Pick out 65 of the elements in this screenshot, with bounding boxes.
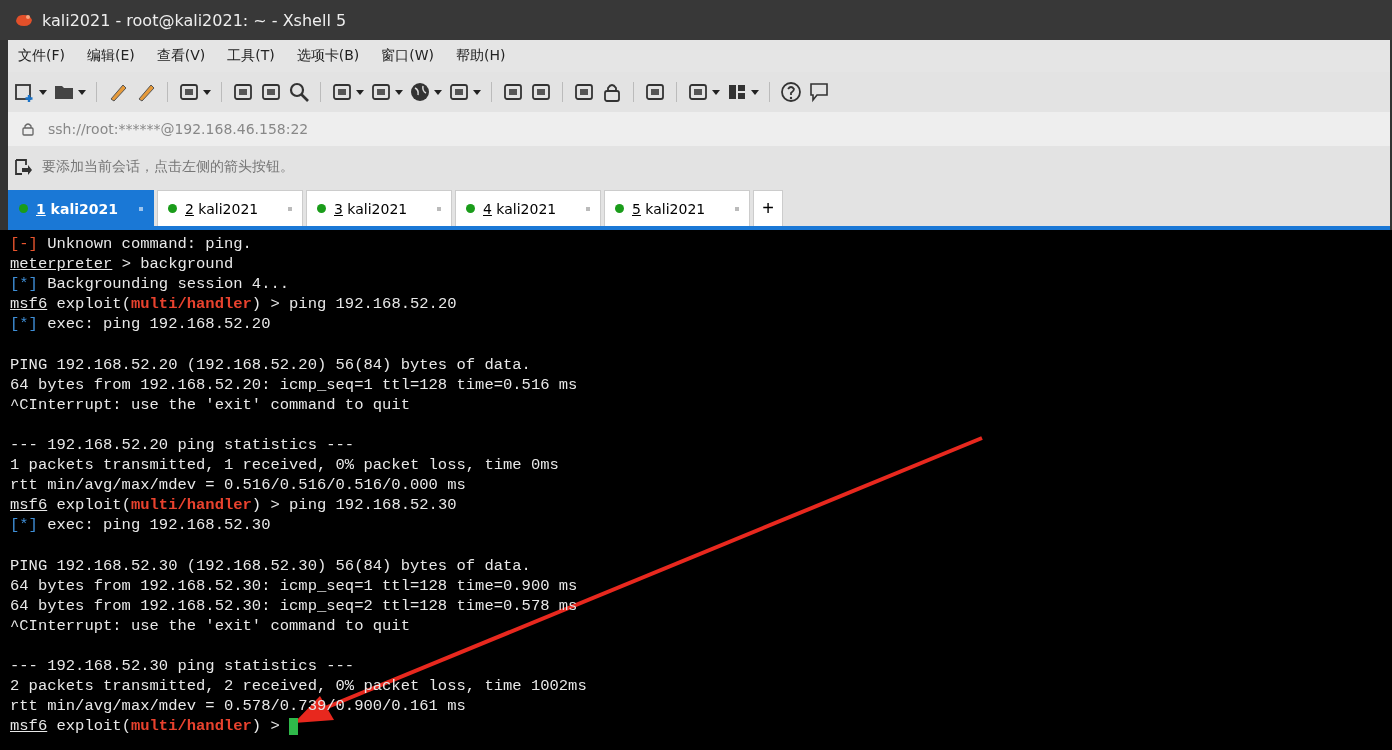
terminal-text: [*] (10, 314, 38, 335)
lock-icon (22, 122, 34, 136)
caret-icon[interactable] (78, 89, 86, 95)
new-tab-button[interactable]: + (753, 190, 783, 226)
terminal-text: Backgrounding session 4... (46, 274, 290, 295)
menu-item[interactable]: 窗口(W) (381, 47, 435, 65)
chat-icon[interactable] (808, 81, 830, 103)
caret-icon[interactable] (712, 89, 720, 95)
caret-icon[interactable] (395, 89, 403, 95)
help-icon[interactable] (780, 81, 802, 103)
caret-icon[interactable] (751, 89, 759, 95)
app-logo-icon (14, 12, 34, 28)
terminal-text: Unknown command: ping. (46, 234, 252, 255)
session-tab[interactable]: 3 kali2021 (306, 190, 452, 226)
terminal-text: exploit( (55, 495, 131, 516)
terminal-text: msf6 (10, 495, 48, 516)
session-tab[interactable]: 4 kali2021 (455, 190, 601, 226)
terminal-text: multi/handler (130, 294, 252, 315)
caret-icon[interactable] (356, 89, 364, 95)
terminal-text: rtt min/avg/max/mdev = 0.516/0.516/0.516/0.000 ms (10, 475, 466, 496)
window-title: kali2021 - root@kali2021: ~ - Xshell 5 (42, 10, 347, 30)
menu-item[interactable]: 文件(F) (18, 47, 65, 65)
terminal-text: [-] (10, 234, 38, 255)
terminal-text: 64 bytes from 192.168.52.30: icmp_seq=1 ttl=128 time=0.900 ms (10, 575, 578, 596)
terminal-text: exec: ping 192.168.52.30 (46, 515, 271, 536)
menu-item[interactable]: 编辑(E) (87, 47, 135, 65)
terminal-text: ) > ping 192.168.52.30 (251, 495, 457, 516)
terminal-text: 64 bytes from 192.168.52.20: icmp_seq=1 ttl=128 time=0.516 ms (10, 374, 578, 395)
caret-icon[interactable] (203, 89, 211, 95)
terminal-text: ) > (251, 716, 281, 737)
session-tab[interactable]: 1 kali2021 (8, 190, 154, 226)
terminal-text: exploit( (55, 294, 131, 315)
menu-item[interactable]: 帮助(H) (456, 47, 506, 65)
new-session-icon[interactable] (14, 81, 36, 103)
globe-icon[interactable] (409, 81, 431, 103)
terminal-text: multi/handler (130, 716, 252, 737)
session-tab[interactable]: 5 kali2021 (604, 190, 750, 226)
caret-icon[interactable] (39, 89, 47, 95)
terminal-text: multi/handler (130, 495, 252, 516)
menu-item[interactable]: 选项卡(B) (296, 47, 360, 65)
terminal-text: ^CInterrupt: use the 'exit' command to quit (10, 615, 410, 636)
add-session-arrow-icon[interactable] (14, 158, 32, 176)
lock-icon[interactable] (601, 81, 623, 103)
terminal-text: --- 192.168.52.30 ping statistics --- (10, 656, 355, 676)
terminal-text: msf6 (10, 716, 48, 737)
terminal-text: ) > ping 192.168.52.20 (251, 294, 457, 315)
session-tab[interactable]: 2 kali2021 (157, 190, 303, 226)
terminal-text: [*] (10, 515, 38, 536)
search-icon[interactable] (288, 81, 310, 103)
terminal-text: exec: ping 192.168.52.20 (46, 314, 271, 335)
caret-icon[interactable] (473, 89, 481, 95)
terminal-text: PING 192.168.52.30 (192.168.52.30) 56(84) bytes of data. (10, 555, 531, 576)
terminal-text: 1 packets transmitted, 1 received, 0% packet loss, time 0ms (10, 455, 559, 476)
terminal-text: > background (120, 254, 234, 275)
menu-item[interactable]: 查看(V) (156, 47, 206, 65)
terminal-text: ^CInterrupt: use the 'exit' command to quit (10, 394, 410, 415)
session-hint: 要添加当前会话，点击左侧的箭头按钮。 (42, 158, 294, 176)
menu-item[interactable]: 工具(T) (227, 47, 275, 65)
terminal-text: --- 192.168.52.20 ping statistics --- (10, 435, 355, 455)
terminal-text: exploit( (55, 716, 131, 737)
terminal-text: [*] (10, 274, 38, 295)
terminal-text: meterpreter (10, 254, 113, 275)
terminal-text: msf6 (10, 294, 48, 315)
caret-icon[interactable] (434, 89, 442, 95)
terminal-text: PING 192.168.52.20 (192.168.52.20) 56(84) bytes of data. (10, 354, 531, 375)
